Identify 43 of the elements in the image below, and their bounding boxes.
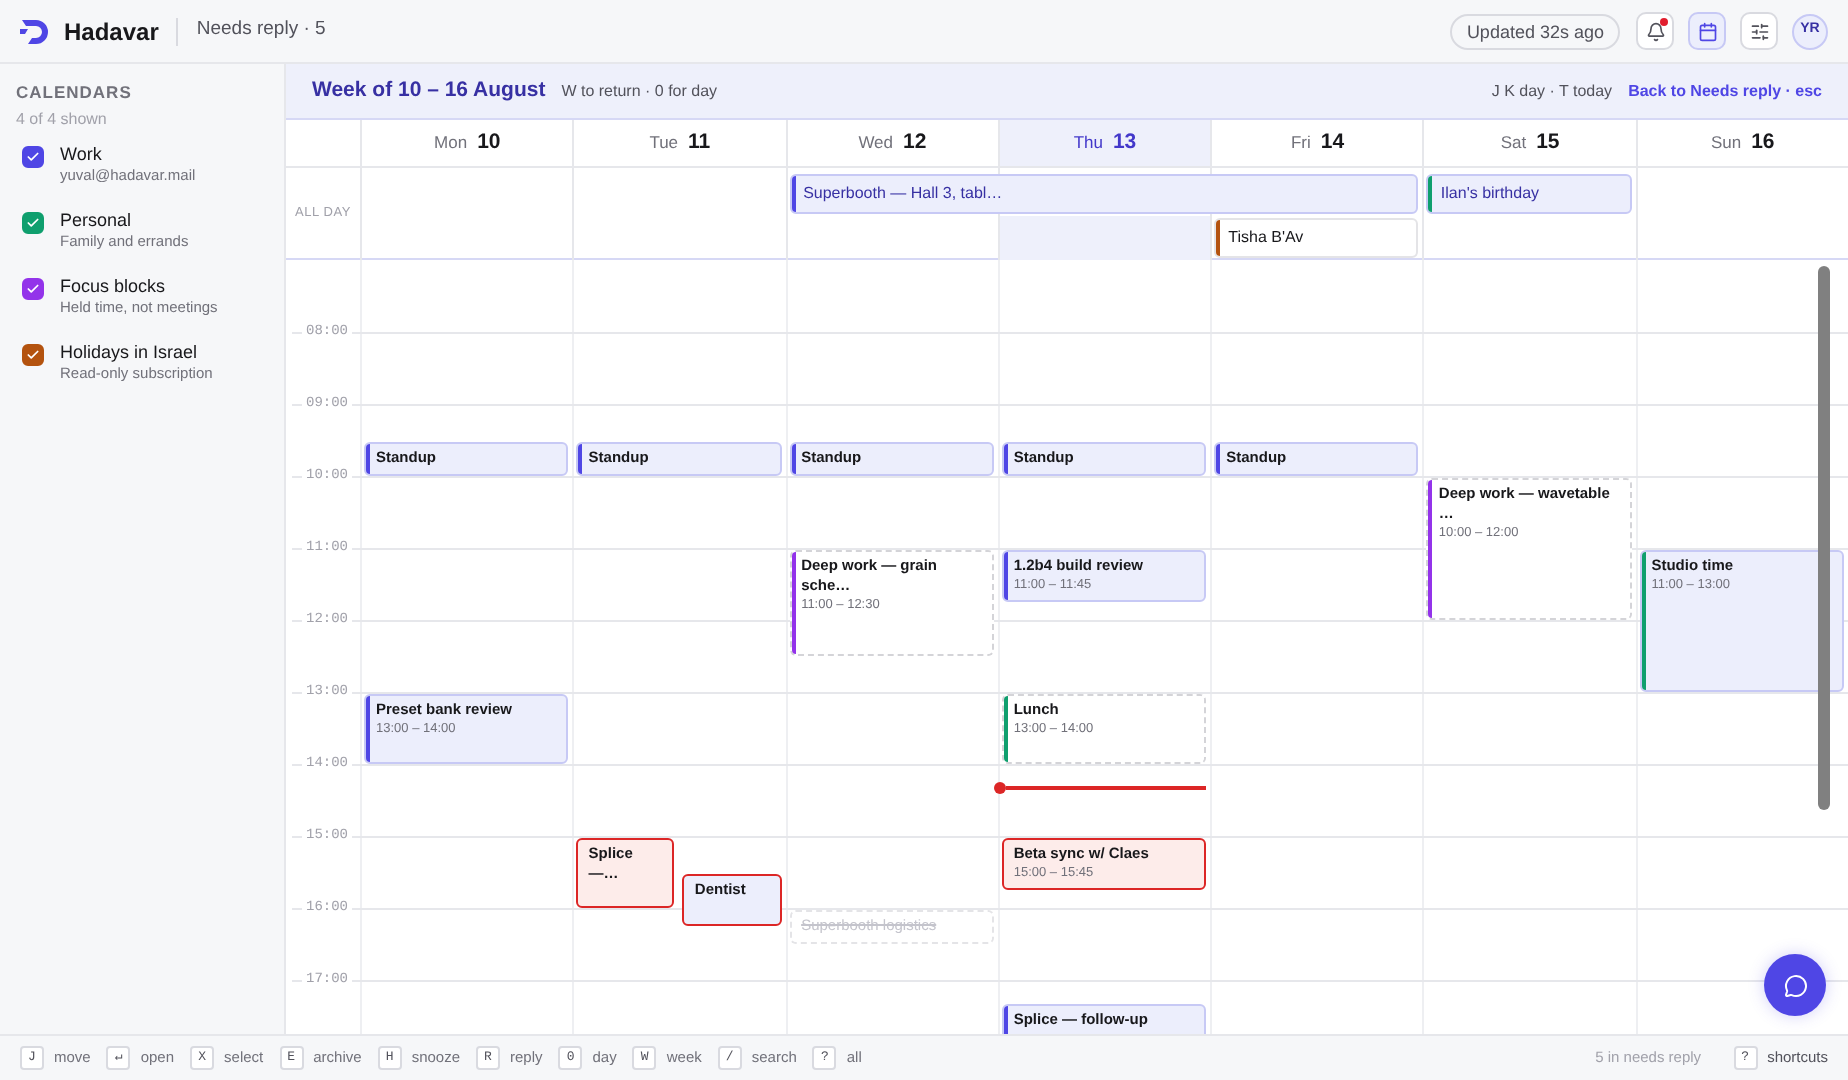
chat-icon xyxy=(1783,973,1807,997)
chat-button[interactable] xyxy=(1764,954,1826,1016)
calendar-name: Focus blocks xyxy=(60,273,168,298)
day-header[interactable]: Sun 16 xyxy=(1635,120,1848,166)
day-header[interactable]: Sat 15 xyxy=(1422,120,1636,166)
sidebar-title: CALENDARS xyxy=(16,80,134,106)
calendar-name: Personal xyxy=(60,207,134,232)
sliders-icon xyxy=(1749,21,1769,41)
day-header[interactable]: Tue 11 xyxy=(572,120,786,166)
calendar-icon xyxy=(1697,21,1717,41)
week-title: Week of 10 – 16 August xyxy=(312,75,546,106)
check-icon xyxy=(26,281,40,296)
day-header[interactable]: Fri 14 xyxy=(1210,120,1423,166)
logo-icon xyxy=(20,17,52,45)
day-shortcuts: J K day · T today xyxy=(1491,79,1613,103)
day-header[interactable]: Thu 13 xyxy=(997,120,1211,166)
week-hint: W to return · 0 for day xyxy=(561,79,718,103)
check-icon xyxy=(26,347,40,362)
event-title: Superbooth — Hall 3, tabl… xyxy=(803,182,1003,206)
calendar-name: Work xyxy=(60,141,104,166)
calendar-checkbox[interactable] xyxy=(22,211,44,234)
day-header[interactable]: Mon 10 xyxy=(360,120,573,166)
calendar-checkbox[interactable] xyxy=(22,343,44,366)
updated-status: Updated 32s ago xyxy=(1450,13,1620,49)
bell-icon xyxy=(1645,21,1665,41)
event-title: Tisha B'Av xyxy=(1228,226,1304,250)
all-day-event[interactable]: Ilan's birthday xyxy=(1426,174,1632,214)
calendar-name: Holidays in Israel xyxy=(60,339,200,364)
app-name: Hadavar xyxy=(64,15,159,49)
calendar-checkbox[interactable] xyxy=(22,145,44,168)
calendar-view-button[interactable] xyxy=(1688,12,1726,50)
check-icon xyxy=(26,215,40,230)
calendar-checkbox[interactable] xyxy=(22,277,44,300)
sidebar-subtitle: 4 of 4 shown xyxy=(16,107,109,132)
event-title: Ilan's birthday xyxy=(1440,182,1540,206)
scrollbar[interactable] xyxy=(1818,266,1830,810)
all-day-event[interactable]: Tisha B'Av xyxy=(1214,218,1419,258)
settings-button[interactable] xyxy=(1740,12,1778,50)
check-icon xyxy=(26,149,40,164)
back-link[interactable]: Back to Needs reply · esc xyxy=(1628,79,1822,103)
all-day-event[interactable]: Superbooth — Hall 3, tabl… xyxy=(789,174,1419,214)
notifications-button[interactable] xyxy=(1636,12,1674,50)
needs-reply-label[interactable]: Needs reply · 5 xyxy=(196,16,326,46)
